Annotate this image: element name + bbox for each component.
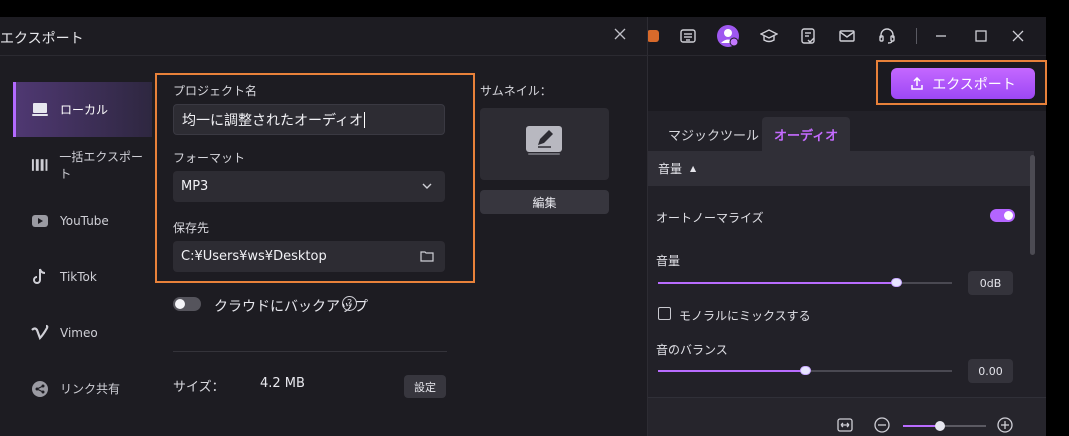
fit-width-icon[interactable] — [834, 414, 856, 436]
volume-section-label: 音量 — [658, 162, 683, 176]
help-icon[interactable]: ? — [342, 296, 357, 311]
sidebar-item-label: Vimeo — [60, 325, 98, 340]
minimize-icon[interactable] — [930, 25, 952, 47]
zoom-in-icon[interactable] — [994, 414, 1016, 436]
youtube-icon — [32, 214, 48, 227]
sidebar-item-batch-export[interactable]: 一括エクスポート — [13, 137, 152, 192]
tiktok-icon — [33, 268, 46, 284]
upload-icon — [911, 76, 923, 90]
format-label: フォーマット — [173, 151, 246, 165]
sidebar-item-local[interactable]: ローカル — [13, 82, 152, 137]
volume-section-header[interactable]: 音量 ▲ — [648, 151, 1034, 186]
checklist-icon[interactable] — [797, 25, 819, 47]
volume-label: 音量 — [656, 254, 681, 268]
export-button-label: エクスポート — [932, 76, 1016, 93]
cloud-backup-toggle[interactable] — [173, 297, 201, 311]
sidebar-item-label: TikTok — [60, 269, 97, 284]
balance-slider-knob[interactable] — [800, 366, 811, 375]
sidebar-item-label: ローカル — [60, 103, 109, 117]
mono-label: モノラルにミックスする — [679, 309, 811, 323]
support-headset-icon[interactable] — [876, 25, 898, 47]
sidebar-item-vimeo[interactable]: Vimeo — [13, 305, 152, 360]
sidebar-item-label: 一括エクスポート — [59, 149, 144, 181]
batch-icon — [31, 158, 48, 171]
account-avatar-icon[interactable] — [716, 24, 740, 48]
size-divider — [173, 351, 447, 352]
edit-thumbnail-icon — [526, 126, 562, 155]
volume-slider-knob[interactable] — [891, 278, 903, 287]
window-close-icon[interactable] — [1007, 25, 1029, 47]
sidebar-item-tiktok[interactable]: TikTok — [13, 249, 152, 304]
project-name-input[interactable]: 均一に調整されたオーディオ — [173, 104, 445, 135]
tab-magic-tools[interactable]: マジックツール — [656, 117, 771, 151]
chevron-down-icon — [422, 183, 432, 189]
volume-slider-fill — [658, 282, 897, 284]
panel-scrollbar[interactable] — [1030, 155, 1035, 255]
format-select[interactable]: MP3 — [173, 171, 445, 202]
text-cursor — [364, 111, 366, 128]
export-button[interactable]: エクスポート — [891, 68, 1035, 99]
balance-slider-fill — [658, 370, 805, 372]
balance-label: 音のバランス — [656, 343, 728, 357]
mono-checkbox[interactable] — [658, 307, 671, 320]
balance-value-box[interactable]: 0.00 — [968, 359, 1013, 383]
edit-thumbnail-button[interactable]: 編集 — [480, 190, 609, 214]
learn-icon[interactable] — [758, 25, 780, 47]
dialog-close-icon[interactable] — [612, 26, 628, 42]
titlebar-separator — [916, 28, 917, 44]
settings-button[interactable]: 設定 — [404, 375, 446, 398]
size-label: サイズ： — [173, 380, 225, 395]
save-path-value: C:¥Users¥ws¥Desktop — [181, 249, 327, 264]
computer-icon — [32, 102, 48, 116]
maximize-icon[interactable] — [970, 25, 992, 47]
normalize-toggle[interactable] — [990, 209, 1015, 222]
save-location-label: 保存先 — [173, 221, 210, 235]
folder-icon[interactable] — [419, 248, 435, 264]
keyboard-icon[interactable] — [677, 25, 699, 47]
mail-icon[interactable] — [836, 25, 858, 47]
sidebar-item-youtube[interactable]: YouTube — [13, 193, 152, 248]
save-path-input[interactable]: C:¥Users¥ws¥Desktop — [173, 241, 445, 272]
sidebar-item-label: リンク共有 — [60, 382, 121, 396]
collapse-caret-icon: ▲ — [690, 164, 697, 173]
normalize-label: オートノーマライズ — [656, 211, 764, 225]
format-value: MP3 — [181, 179, 209, 194]
size-value: 4.2 MB — [260, 376, 305, 391]
volume-value-box[interactable]: 0dB — [968, 271, 1013, 295]
tab-audio[interactable]: オーディオ — [762, 117, 851, 151]
share-icon — [32, 380, 48, 397]
dialog-title: エクスポート — [0, 31, 84, 47]
sidebar-item-share-link[interactable]: リンク共有 — [13, 361, 152, 416]
zoom-out-icon[interactable] — [871, 414, 893, 436]
sidebar-item-label: YouTube — [60, 213, 109, 228]
project-name-value: 均一に調整されたオーディオ — [182, 112, 364, 129]
vimeo-icon — [31, 324, 49, 340]
project-name-label: プロジェクト名 — [173, 84, 258, 98]
thumbnail-label: サムネイル： — [480, 84, 552, 98]
